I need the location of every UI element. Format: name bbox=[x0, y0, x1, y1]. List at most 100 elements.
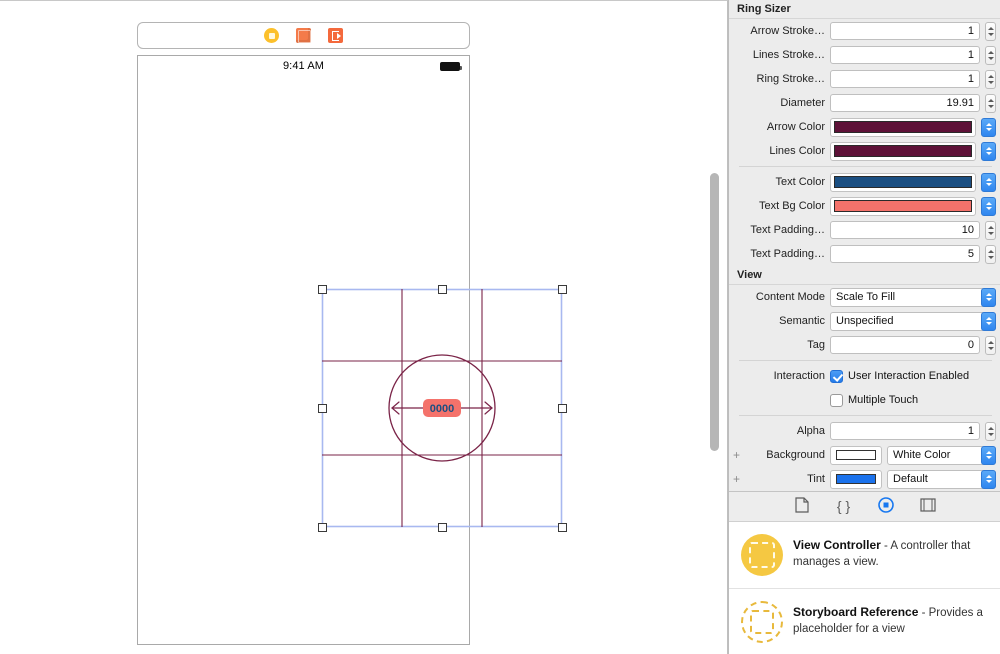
input-tag[interactable]: 0 bbox=[830, 336, 980, 354]
stepper-control[interactable] bbox=[985, 69, 996, 89]
add-variation-button[interactable]: + bbox=[733, 449, 740, 461]
color-well-text-color[interactable] bbox=[830, 172, 976, 192]
color-swatch-background bbox=[836, 450, 876, 460]
storyboard-reference-library-icon bbox=[741, 601, 783, 643]
color-well-arrow-color[interactable] bbox=[830, 117, 976, 137]
chevron-down-icon bbox=[985, 207, 992, 210]
device-frame[interactable]: 9:41 AM 0000 bbox=[137, 55, 567, 645]
stepper-control[interactable] bbox=[985, 244, 996, 264]
color-chip-background[interactable] bbox=[830, 445, 882, 465]
color-well-text-bg-color[interactable] bbox=[830, 196, 976, 216]
color-well-lines-color[interactable] bbox=[830, 141, 976, 161]
stepper-down-icon bbox=[987, 56, 994, 60]
object-library[interactable] bbox=[877, 497, 895, 516]
resize-handle-top-left[interactable] bbox=[317, 284, 327, 294]
input-diameter[interactable]: 19.91 bbox=[830, 94, 980, 112]
stepper-up-icon bbox=[987, 74, 994, 78]
resize-handle-top[interactable] bbox=[437, 284, 447, 294]
library-list-item[interactable]: View Controller - A controller that mana… bbox=[729, 522, 1000, 589]
resize-handle-bottom-right[interactable] bbox=[557, 522, 567, 532]
ring-sizer-view[interactable]: 0000 bbox=[317, 284, 567, 532]
section-divider bbox=[739, 166, 992, 167]
value-diameter: 19.91 bbox=[946, 97, 974, 109]
row-tint: + Tint Default bbox=[729, 467, 1000, 491]
section-divider bbox=[739, 360, 992, 361]
color-chip-tint[interactable] bbox=[830, 469, 882, 489]
scene-dock[interactable] bbox=[137, 22, 470, 49]
library-list[interactable]: View Controller - A controller that mana… bbox=[729, 521, 1000, 654]
library-item-dash: - bbox=[880, 540, 891, 552]
stepper-down-icon bbox=[987, 32, 994, 36]
popup-arrows-icon[interactable] bbox=[981, 469, 996, 489]
popup-arrows-icon[interactable] bbox=[981, 141, 996, 161]
stepper-control[interactable] bbox=[985, 421, 996, 441]
resize-handle-left[interactable] bbox=[317, 403, 327, 413]
stepper-control[interactable] bbox=[985, 45, 996, 65]
label-background: Background bbox=[766, 449, 825, 461]
stepper-up-icon bbox=[987, 249, 994, 253]
row-lines-color: Lines Color bbox=[729, 139, 1000, 163]
input-arrow-stroke[interactable]: 1 bbox=[830, 22, 980, 40]
library-item-text: View Controller - A controller that mana… bbox=[793, 534, 990, 570]
braces-icon: { } bbox=[836, 498, 851, 514]
popup-arrows-icon[interactable] bbox=[981, 311, 996, 331]
file-template-library[interactable] bbox=[793, 497, 811, 516]
stepper-up-icon bbox=[987, 50, 994, 54]
chevron-down-icon bbox=[985, 128, 992, 131]
checkbox-multiple-touch[interactable] bbox=[830, 393, 843, 407]
library-list-item[interactable]: Storyboard Reference - Provides a placeh… bbox=[729, 589, 1000, 654]
add-variation-button[interactable]: + bbox=[733, 473, 740, 485]
input-ring-stroke[interactable]: 1 bbox=[830, 70, 980, 88]
stepper-control[interactable] bbox=[985, 335, 996, 355]
row-tag: Tag 0 bbox=[729, 333, 1000, 357]
popup-arrows-icon[interactable] bbox=[981, 287, 996, 307]
resize-handle-bottom[interactable] bbox=[437, 522, 447, 532]
popup-arrows-icon[interactable] bbox=[981, 117, 996, 137]
stepper-control[interactable] bbox=[985, 220, 996, 240]
input-alpha[interactable]: 1 bbox=[830, 422, 980, 440]
library-item-dash: - bbox=[918, 607, 929, 619]
label-text-color: Text Color bbox=[775, 176, 825, 188]
value-alpha: 1 bbox=[967, 425, 974, 437]
media-library[interactable] bbox=[919, 498, 937, 516]
label-arrow-color: Arrow Color bbox=[766, 121, 825, 133]
select-content-mode[interactable]: Scale To Fill bbox=[830, 287, 996, 307]
stepper-control[interactable] bbox=[985, 93, 996, 113]
popup-arrows-icon[interactable] bbox=[981, 196, 996, 216]
view-controller-icon[interactable] bbox=[264, 28, 279, 43]
svg-text:0000: 0000 bbox=[430, 403, 454, 415]
exit-icon[interactable] bbox=[328, 28, 343, 43]
input-text-padding[interactable]: 10 bbox=[830, 221, 980, 239]
resize-handle-right[interactable] bbox=[557, 403, 567, 413]
popup-arrows-icon[interactable] bbox=[981, 172, 996, 192]
checkbox-user-interaction-enabled[interactable] bbox=[830, 369, 843, 383]
value-tint: Default bbox=[893, 473, 928, 485]
circle-dot-icon bbox=[877, 497, 894, 516]
stepper-control[interactable] bbox=[985, 21, 996, 41]
value-background: White Color bbox=[893, 449, 951, 461]
first-responder-icon[interactable] bbox=[296, 28, 311, 43]
stepper-up-icon bbox=[987, 225, 994, 229]
resize-handle-bottom-left[interactable] bbox=[317, 522, 327, 532]
canvas-vertical-scrollbar[interactable] bbox=[710, 173, 719, 451]
select-tint[interactable]: Default bbox=[887, 469, 996, 489]
select-background[interactable]: White Color bbox=[887, 445, 996, 465]
popup-arrows-icon[interactable] bbox=[981, 445, 996, 465]
input-text-padding[interactable]: 5 bbox=[830, 245, 980, 263]
storyboard-canvas[interactable]: 9:41 AM 0000 bbox=[0, 0, 728, 654]
row-content-mode: Content Mode Scale To Fill bbox=[729, 285, 1000, 309]
battery-icon bbox=[440, 62, 462, 71]
select-semantic[interactable]: Unspecified bbox=[830, 311, 996, 331]
stepper-up-icon bbox=[987, 26, 994, 30]
row-text-padding: Text Padding… 5 bbox=[729, 242, 1000, 266]
color-swatch-tint bbox=[836, 474, 876, 484]
library-toolbar[interactable]: { } bbox=[729, 491, 1000, 521]
input-lines-stroke[interactable]: 1 bbox=[830, 46, 980, 64]
row-diameter: Diameter 19.91 bbox=[729, 91, 1000, 115]
resize-handle-top-right[interactable] bbox=[557, 284, 567, 294]
chevron-up-icon bbox=[985, 317, 992, 320]
library-item-title: Storyboard Reference bbox=[793, 605, 919, 619]
code-snippet-library[interactable]: { } bbox=[835, 498, 853, 516]
value-semantic: Unspecified bbox=[836, 315, 894, 327]
color-swatch-lines-color bbox=[834, 145, 972, 157]
